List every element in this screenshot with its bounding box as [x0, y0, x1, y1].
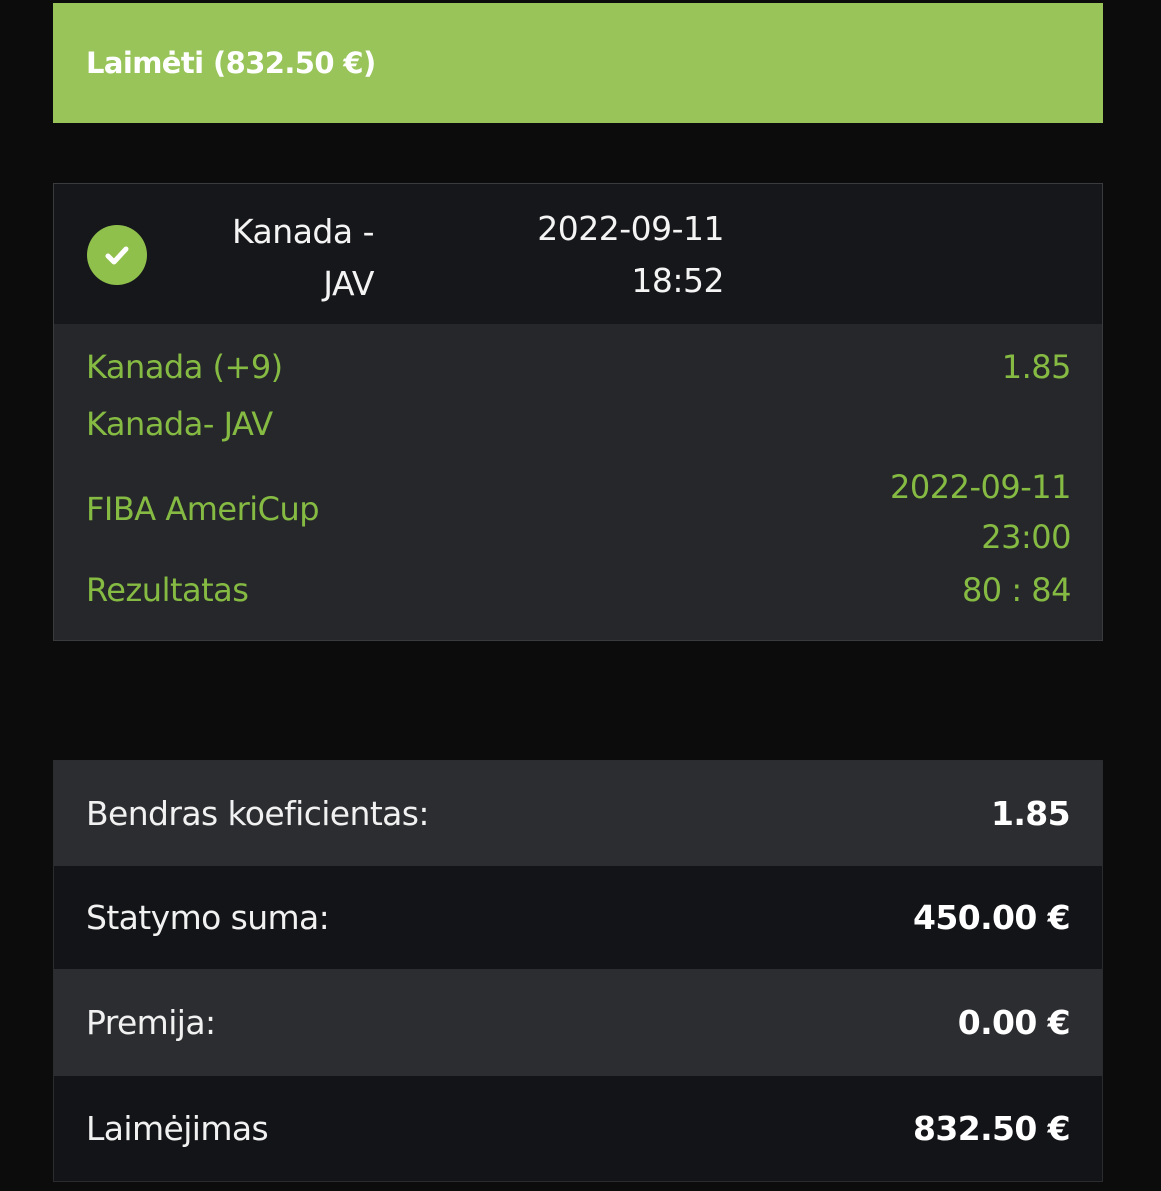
bonus-label: Premija: [86, 1003, 216, 1042]
match-name: Kanada- JAV [86, 405, 273, 443]
event-teams: Kanada - JAV [204, 206, 375, 310]
total-odds-value: 1.85 [990, 794, 1071, 833]
result-label: Rezultatas [86, 571, 249, 609]
summary-row-winnings: Laimėjimas 832.50 € [54, 1076, 1102, 1181]
match-datetime: 2022-09-11 23:00 [890, 462, 1071, 562]
event-date: 2022-09-11 [537, 209, 724, 248]
match-row: Kanada- JAV [86, 405, 1071, 449]
win-status-label: Laimėti (832.50 €) [86, 46, 376, 80]
stake-label: Statymo suma: [86, 898, 330, 937]
bonus-value: 0.00 € [957, 1003, 1071, 1042]
check-circle-icon [87, 225, 147, 285]
event-header: Kanada - JAV 2022-09-11 18:52 [54, 184, 1102, 324]
selection-label: Kanada (+9) [86, 348, 283, 386]
bet-event-card: Kanada - JAV 2022-09-11 18:52 Kanada (+9… [53, 183, 1103, 641]
result-row: Rezultatas 80 : 84 [86, 571, 1072, 615]
event-datetime: 2022-09-11 18:52 [494, 203, 724, 307]
selection-odds: 1.85 [1001, 348, 1072, 386]
summary-row-bonus: Premija: 0.00 € [54, 969, 1102, 1076]
result-score: 80 : 84 [961, 571, 1072, 609]
summary-row-stake: Statymo suma: 450.00 € [54, 866, 1102, 969]
win-status-banner[interactable]: Laimėti (832.50 €) [53, 3, 1103, 123]
summary-row-total-odds: Bendras koeficientas: 1.85 [54, 761, 1102, 866]
event-time: 18:52 [631, 261, 724, 300]
winnings-value: 832.50 € [913, 1109, 1071, 1148]
total-odds-label: Bendras koeficientas: [86, 794, 430, 833]
match-date: 2022-09-11 [890, 468, 1071, 506]
bet-summary: Bendras koeficientas: 1.85 Statymo suma:… [53, 760, 1103, 1182]
selection-row: Kanada (+9) 1.85 [86, 348, 1072, 392]
event-teams-line1: Kanada - [232, 212, 375, 251]
winnings-label: Laimėjimas [86, 1109, 269, 1148]
stake-value: 450.00 € [913, 898, 1071, 937]
event-teams-line2: JAV [323, 264, 374, 303]
league-row: FIBA AmeriCup 2022-09-11 23:00 [86, 462, 1071, 562]
league-name: FIBA AmeriCup [86, 490, 320, 528]
match-time: 23:00 [981, 518, 1071, 556]
